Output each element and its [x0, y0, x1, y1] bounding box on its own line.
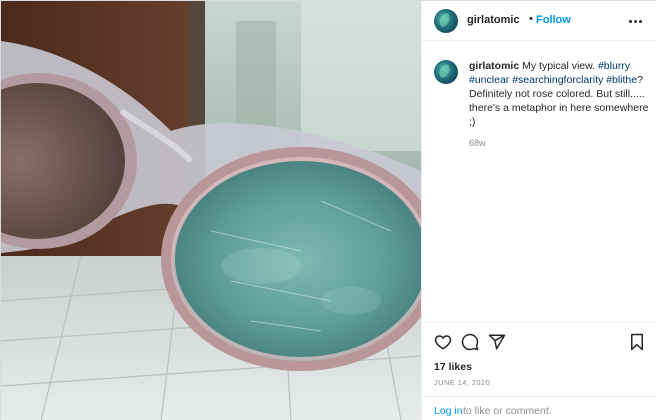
paper-plane-icon[interactable]: [488, 333, 506, 351]
separator-dot: •: [529, 13, 533, 25]
caption-username[interactable]: girlatomic: [469, 60, 519, 72]
post-date[interactable]: JUNE 14, 2020: [434, 378, 490, 387]
login-link[interactable]: Log in: [434, 405, 463, 417]
comment-icon[interactable]: [461, 333, 479, 351]
action-bar: [422, 322, 656, 362]
header-username[interactable]: girlatomic: [467, 14, 520, 26]
follow-button[interactable]: Follow: [536, 14, 571, 26]
bookmark-icon[interactable]: [628, 333, 646, 351]
post-caption: girlatomic My typical view. #blurry #unc…: [434, 59, 649, 148]
heart-icon[interactable]: [434, 333, 452, 351]
caption-avatar[interactable]: [434, 60, 458, 84]
comment-bar: Log in to like or comment.: [422, 396, 656, 420]
login-prompt-text: to like or comment.: [463, 405, 552, 417]
caption-text: girlatomic My typical view. #blurry #unc…: [469, 59, 649, 129]
caption-age[interactable]: 68w: [469, 138, 649, 148]
sunglasses-photo: [1, 1, 421, 420]
post-side-panel: girlatomic • Follow girlatomic My typica…: [421, 1, 656, 420]
avatar[interactable]: [434, 9, 458, 33]
instagram-post: girlatomic • Follow girlatomic My typica…: [0, 0, 656, 420]
caption-text-1: My typical view.: [522, 60, 596, 72]
more-options-icon[interactable]: [629, 11, 643, 25]
post-header: girlatomic • Follow: [422, 1, 656, 41]
hashtag-links[interactable]: #unclear #searchingforclarity #blithe: [469, 74, 637, 86]
hashtag-link[interactable]: #blurry: [598, 60, 630, 72]
post-photo[interactable]: [1, 1, 421, 420]
likes-count[interactable]: 17 likes: [434, 361, 472, 373]
caption-text-3: there's a metaphor in here somewhere ;): [469, 102, 649, 128]
